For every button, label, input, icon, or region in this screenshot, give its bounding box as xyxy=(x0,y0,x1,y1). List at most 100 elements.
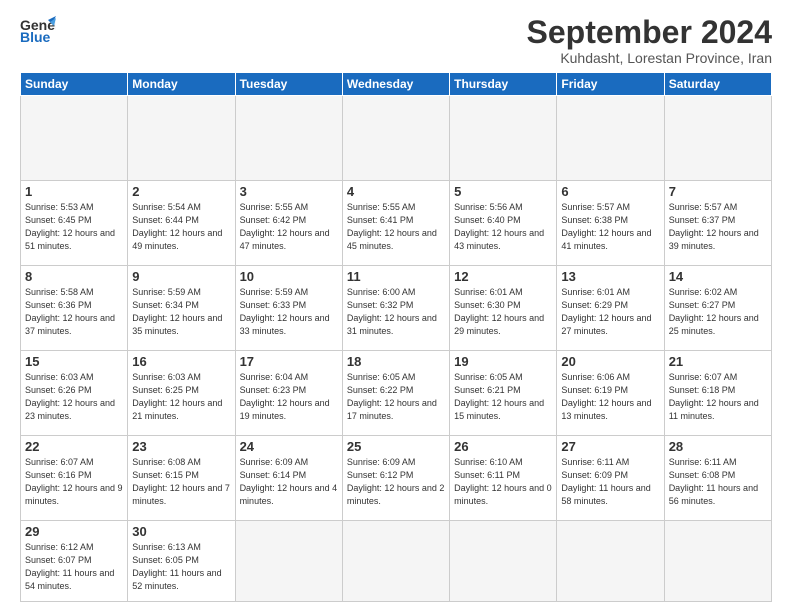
day-number: 28 xyxy=(669,439,767,454)
day-number: 15 xyxy=(25,354,123,369)
table-row: 8Sunrise: 5:58 AMSunset: 6:36 PMDaylight… xyxy=(21,266,128,351)
day-info: Sunrise: 6:03 AMSunset: 6:26 PMDaylight:… xyxy=(25,371,123,423)
day-info: Sunrise: 6:00 AMSunset: 6:32 PMDaylight:… xyxy=(347,286,445,338)
day-number: 18 xyxy=(347,354,445,369)
table-row xyxy=(664,521,771,602)
day-info: Sunrise: 5:59 AMSunset: 6:33 PMDaylight:… xyxy=(240,286,338,338)
table-row: 7Sunrise: 5:57 AMSunset: 6:37 PMDaylight… xyxy=(664,181,771,266)
calendar-week-row: 29 Sunrise: 6:12 AMSunset: 6:07 PMDayligh… xyxy=(21,521,772,602)
header-monday: Monday xyxy=(128,73,235,96)
day-info: Sunrise: 6:11 AMSunset: 6:08 PMDaylight:… xyxy=(669,456,767,508)
title-section: September 2024 Kuhdasht, Lorestan Provin… xyxy=(527,16,772,66)
calendar-week-row: 1 Sunrise: 5:53 AMSunset: 6:45 PMDaylight… xyxy=(21,181,772,266)
table-row: 12Sunrise: 6:01 AMSunset: 6:30 PMDayligh… xyxy=(450,266,557,351)
table-row: 25 Sunrise: 6:09 AMSunset: 6:12 PMDayligh… xyxy=(342,436,449,521)
day-number: 27 xyxy=(561,439,659,454)
calendar-table: Sunday Monday Tuesday Wednesday Thursday… xyxy=(20,72,772,602)
calendar-week-row: 22Sunrise: 6:07 AMSunset: 6:16 PMDayligh… xyxy=(21,436,772,521)
table-row xyxy=(450,96,557,181)
header: General Blue September 2024 Kuhdasht, Lo… xyxy=(20,16,772,66)
table-row: 21 Sunrise: 6:07 AMSunset: 6:18 PMDayligh… xyxy=(664,351,771,436)
day-number: 4 xyxy=(347,184,445,199)
table-row: 3Sunrise: 5:55 AMSunset: 6:42 PMDaylight… xyxy=(235,181,342,266)
day-number: 25 xyxy=(347,439,445,454)
table-row: 9 Sunrise: 5:59 AMSunset: 6:34 PMDaylight… xyxy=(128,266,235,351)
table-row: 16Sunrise: 6:03 AMSunset: 6:25 PMDayligh… xyxy=(128,351,235,436)
table-row: 27 Sunrise: 6:11 AMSunset: 6:09 PMDayligh… xyxy=(557,436,664,521)
header-wednesday: Wednesday xyxy=(342,73,449,96)
calendar-week-row: 8Sunrise: 5:58 AMSunset: 6:36 PMDaylight… xyxy=(21,266,772,351)
day-number: 22 xyxy=(25,439,123,454)
day-number: 24 xyxy=(240,439,338,454)
table-row: 5Sunrise: 5:56 AMSunset: 6:40 PMDaylight… xyxy=(450,181,557,266)
svg-text:Blue: Blue xyxy=(20,29,51,44)
table-row xyxy=(21,96,128,181)
table-row xyxy=(128,96,235,181)
table-row: 6 Sunrise: 5:57 AMSunset: 6:38 PMDaylight… xyxy=(557,181,664,266)
day-info: Sunrise: 5:53 AMSunset: 6:45 PMDaylight:… xyxy=(25,201,123,253)
day-info: Sunrise: 6:05 AMSunset: 6:22 PMDaylight:… xyxy=(347,371,445,423)
table-row: 29 Sunrise: 6:12 AMSunset: 6:07 PMDayligh… xyxy=(21,521,128,602)
day-number: 6 xyxy=(561,184,659,199)
table-row: 18 Sunrise: 6:05 AMSunset: 6:22 PMDayligh… xyxy=(342,351,449,436)
calendar-week-row xyxy=(21,96,772,181)
day-info: Sunrise: 6:12 AMSunset: 6:07 PMDaylight:… xyxy=(25,541,123,593)
day-number: 19 xyxy=(454,354,552,369)
header-saturday: Saturday xyxy=(664,73,771,96)
day-number: 26 xyxy=(454,439,552,454)
day-info: Sunrise: 5:57 AMSunset: 6:38 PMDaylight:… xyxy=(561,201,659,253)
table-row xyxy=(342,96,449,181)
day-number: 12 xyxy=(454,269,552,284)
logo-icon: General Blue xyxy=(20,16,56,44)
table-row: 24 Sunrise: 6:09 AMSunset: 6:14 PMDayligh… xyxy=(235,436,342,521)
day-info: Sunrise: 6:07 AMSunset: 6:18 PMDaylight:… xyxy=(669,371,767,423)
day-info: Sunrise: 6:10 AMSunset: 6:11 PMDaylight:… xyxy=(454,456,552,508)
day-info: Sunrise: 6:09 AMSunset: 6:12 PMDaylight:… xyxy=(347,456,445,508)
table-row: 10Sunrise: 5:59 AMSunset: 6:33 PMDayligh… xyxy=(235,266,342,351)
day-number: 2 xyxy=(132,184,230,199)
day-number: 21 xyxy=(669,354,767,369)
day-number: 13 xyxy=(561,269,659,284)
day-info: Sunrise: 5:55 AMSunset: 6:41 PMDaylight:… xyxy=(347,201,445,253)
table-row: 26 Sunrise: 6:10 AMSunset: 6:11 PMDayligh… xyxy=(450,436,557,521)
header-friday: Friday xyxy=(557,73,664,96)
day-info: Sunrise: 6:01 AMSunset: 6:29 PMDaylight:… xyxy=(561,286,659,338)
table-row xyxy=(557,521,664,602)
table-row xyxy=(235,96,342,181)
day-number: 30 xyxy=(132,524,230,539)
header-thursday: Thursday xyxy=(450,73,557,96)
table-row: 17 Sunrise: 6:04 AMSunset: 6:23 PMDayligh… xyxy=(235,351,342,436)
subtitle: Kuhdasht, Lorestan Province, Iran xyxy=(527,50,772,66)
day-number: 1 xyxy=(25,184,123,199)
day-info: Sunrise: 6:02 AMSunset: 6:27 PMDaylight:… xyxy=(669,286,767,338)
table-row: 23 Sunrise: 6:08 AMSunset: 6:15 PMDayligh… xyxy=(128,436,235,521)
day-info: Sunrise: 5:55 AMSunset: 6:42 PMDaylight:… xyxy=(240,201,338,253)
table-row: 22Sunrise: 6:07 AMSunset: 6:16 PMDayligh… xyxy=(21,436,128,521)
day-number: 14 xyxy=(669,269,767,284)
day-number: 16 xyxy=(132,354,230,369)
day-number: 23 xyxy=(132,439,230,454)
table-row: 20Sunrise: 6:06 AMSunset: 6:19 PMDayligh… xyxy=(557,351,664,436)
day-number: 9 xyxy=(132,269,230,284)
day-info: Sunrise: 6:05 AMSunset: 6:21 PMDaylight:… xyxy=(454,371,552,423)
day-info: Sunrise: 6:13 AMSunset: 6:05 PMDaylight:… xyxy=(132,541,230,593)
table-row: 15 Sunrise: 6:03 AMSunset: 6:26 PMDayligh… xyxy=(21,351,128,436)
header-sunday: Sunday xyxy=(21,73,128,96)
table-row: 1 Sunrise: 5:53 AMSunset: 6:45 PMDaylight… xyxy=(21,181,128,266)
day-info: Sunrise: 6:11 AMSunset: 6:09 PMDaylight:… xyxy=(561,456,659,508)
day-number: 8 xyxy=(25,269,123,284)
day-info: Sunrise: 6:09 AMSunset: 6:14 PMDaylight:… xyxy=(240,456,338,508)
day-number: 29 xyxy=(25,524,123,539)
day-info: Sunrise: 5:59 AMSunset: 6:34 PMDaylight:… xyxy=(132,286,230,338)
table-row: 13 Sunrise: 6:01 AMSunset: 6:29 PMDayligh… xyxy=(557,266,664,351)
day-info: Sunrise: 5:54 AMSunset: 6:44 PMDaylight:… xyxy=(132,201,230,253)
day-info: Sunrise: 5:57 AMSunset: 6:37 PMDaylight:… xyxy=(669,201,767,253)
table-row: 14 Sunrise: 6:02 AMSunset: 6:27 PMDayligh… xyxy=(664,266,771,351)
day-number: 17 xyxy=(240,354,338,369)
month-title: September 2024 xyxy=(527,16,772,48)
day-info: Sunrise: 6:04 AMSunset: 6:23 PMDaylight:… xyxy=(240,371,338,423)
day-info: Sunrise: 6:08 AMSunset: 6:15 PMDaylight:… xyxy=(132,456,230,508)
calendar-week-row: 15 Sunrise: 6:03 AMSunset: 6:26 PMDayligh… xyxy=(21,351,772,436)
table-row xyxy=(557,96,664,181)
day-info: Sunrise: 6:06 AMSunset: 6:19 PMDaylight:… xyxy=(561,371,659,423)
